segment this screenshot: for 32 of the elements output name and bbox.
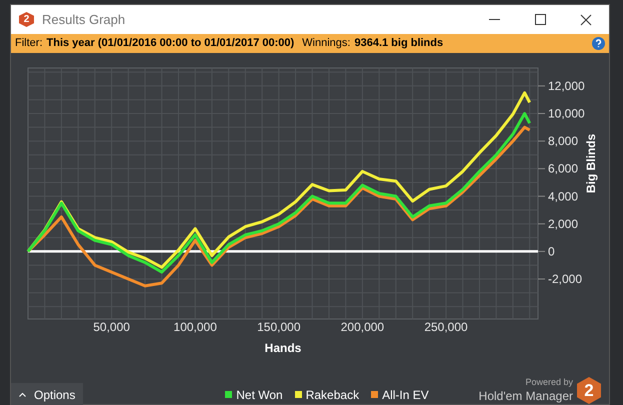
y-tick-label: 6,000 — [548, 162, 578, 176]
close-icon — [580, 14, 592, 26]
product-logo: 2 — [577, 377, 601, 404]
y-tick-label: 10,000 — [548, 106, 585, 120]
legend-label: Rakeback — [306, 386, 360, 404]
help-icon[interactable] — [592, 37, 605, 50]
y-tick-label: -2,000 — [548, 272, 582, 286]
legend-label: All-In EV — [382, 386, 429, 404]
filter-value: This year (01/01/2016 00:00 to 01/01/2017 00:00) — [46, 36, 294, 52]
maximize-icon — [534, 14, 546, 25]
window-title: Results Graph — [42, 10, 126, 29]
y-tick-label: 0 — [548, 244, 555, 258]
x-tick-label: 50,000 — [93, 320, 130, 334]
y-tick-label: 12,000 — [548, 78, 585, 93]
x-axis-title: Hands — [264, 341, 302, 355]
winnings-label: Winnings: — [302, 36, 350, 52]
options-button[interactable]: Options — [11, 383, 84, 405]
winnings-value: 9364.1 big blinds — [354, 36, 444, 52]
app-logo-icon: 2 — [19, 12, 34, 27]
y-tick-label: 8,000 — [548, 134, 578, 148]
minimize-icon — [488, 18, 500, 20]
powered-by-text: Powered by — [525, 377, 573, 389]
filter-label: Filter: — [15, 36, 42, 52]
x-tick-label: 200,000 — [340, 320, 384, 334]
y-tick-label: 4,000 — [548, 189, 578, 204]
x-tick-label: 100,000 — [174, 320, 217, 334]
x-tick-label: 250,000 — [424, 320, 468, 334]
legend-label: Net Won — [236, 386, 283, 404]
product-name: Hold'em Manager — [478, 388, 573, 404]
x-tick-label: 150,000 — [257, 320, 301, 334]
y-axis-title: Big Blinds — [584, 134, 598, 194]
y-tick-label: 2,000 — [548, 216, 578, 231]
